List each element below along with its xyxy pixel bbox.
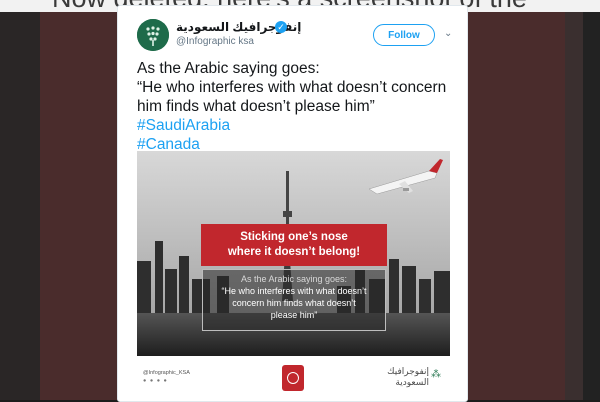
- infographic-image[interactable]: Sticking one’s nose where it doesn’t bel…: [137, 151, 450, 401]
- tweet-text-line: “He who interferes with what doesn’t con…: [137, 79, 447, 96]
- quote-line: please him”: [270, 310, 318, 320]
- author-handle[interactable]: @Infographic ksa: [176, 36, 254, 47]
- follow-button[interactable]: Follow: [373, 24, 435, 46]
- infographic-footer: @Infographic_KSA ● ● ● ● إنفوجرافيك السع…: [137, 356, 450, 401]
- banner-line: where it doesn’t belong!: [227, 246, 361, 258]
- footer-brand-line: إنفوجرافيك: [387, 366, 429, 376]
- banner-line: Sticking one’s nose: [240, 231, 348, 243]
- background-photo-left: [0, 12, 40, 400]
- quote-line: “He who interferes with what doesn’t: [221, 286, 367, 296]
- tweet-text-line: As the Arabic saying goes:: [137, 60, 320, 77]
- footer-handle: @Infographic_KSA: [143, 370, 190, 376]
- hashtag-link[interactable]: #SaudiArabia: [137, 116, 457, 135]
- headline-banner: Sticking one’s nose where it doesn’t bel…: [201, 224, 387, 266]
- tweet-text: As the Arabic saying goes: “He who inter…: [137, 59, 457, 154]
- tweet-card: إنفوجرافيك السعودية ✓ @Infographic ksa F…: [117, 5, 468, 402]
- logo-icon: [137, 19, 169, 51]
- footer-brand-line: السعودية: [395, 377, 429, 387]
- tweet-text-line: him finds what doesn’t please him”: [137, 98, 375, 115]
- brand-logo-icon: ⁂: [431, 369, 441, 380]
- chevron-down-icon[interactable]: ⌄: [444, 28, 452, 39]
- avatar[interactable]: [137, 19, 169, 51]
- quote-heading: As the Arabic saying goes:: [240, 274, 348, 284]
- quote-box: As the Arabic saying goes: “He who inter…: [202, 269, 386, 331]
- verified-icon: ✓: [275, 21, 287, 33]
- quote-line: concern him finds what doesn’t: [232, 298, 356, 308]
- emblem-icon: [282, 365, 304, 391]
- social-icons: ● ● ● ●: [143, 378, 168, 384]
- footer-brand: إنفوجرافيك السعودية: [369, 366, 429, 388]
- background-photo-right: [565, 12, 600, 400]
